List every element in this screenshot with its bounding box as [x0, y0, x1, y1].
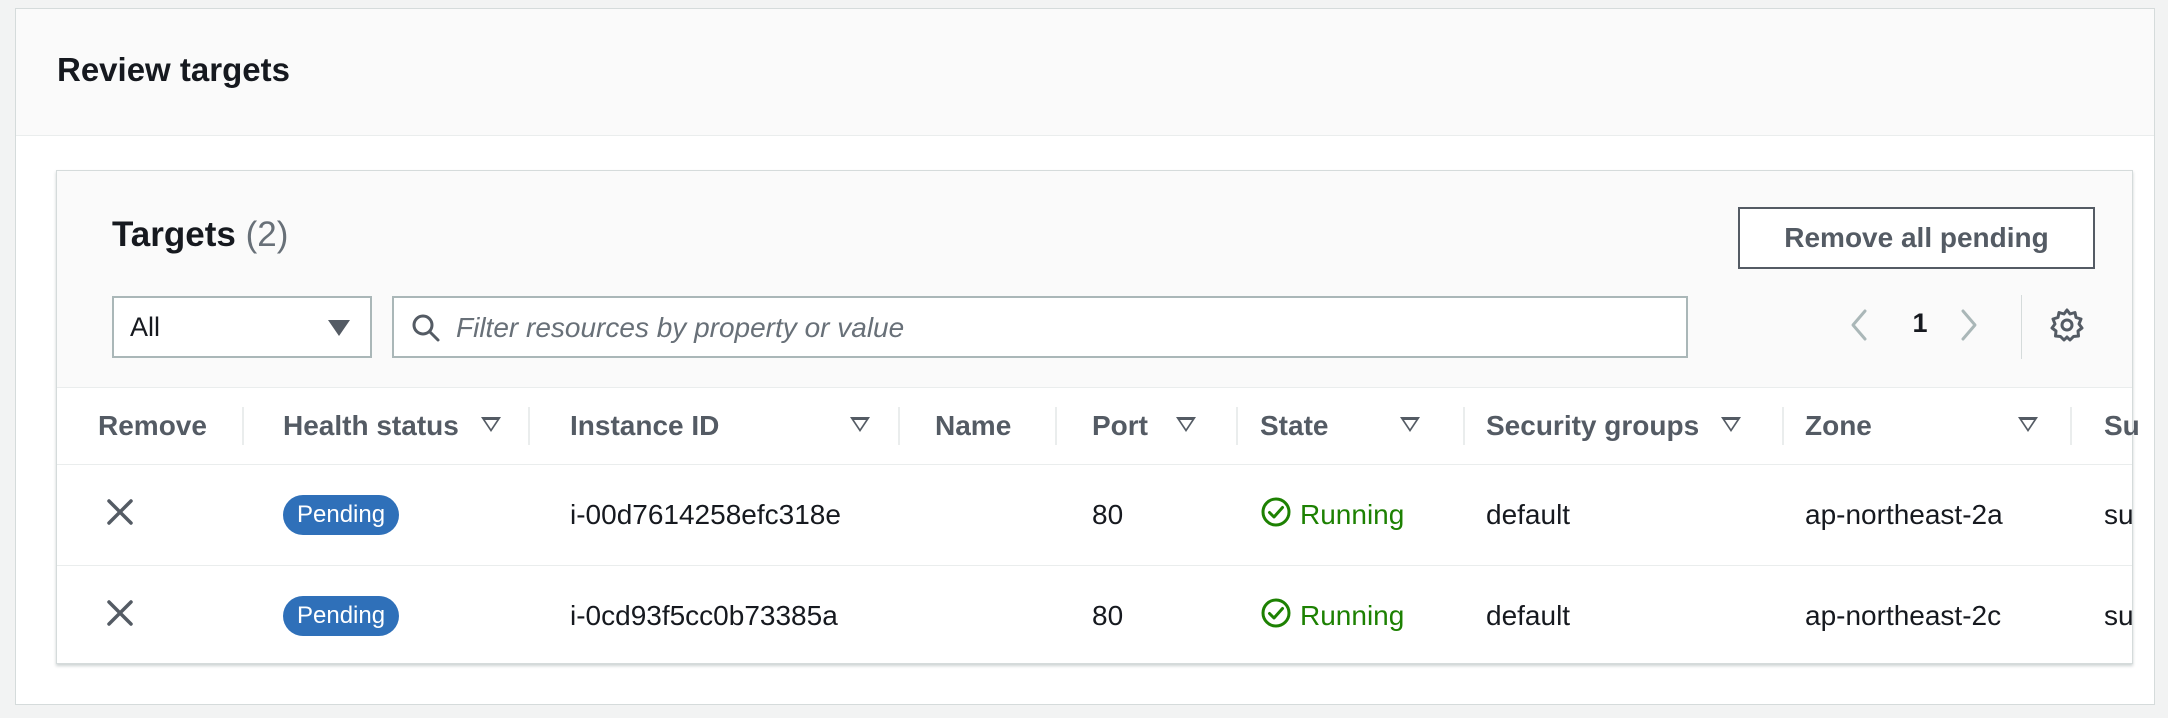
column-separator[interactable] — [898, 407, 900, 445]
state-cell: Running — [1260, 566, 1404, 666]
check-circle-icon — [1260, 597, 1292, 636]
table-row: Pending i-0cd93f5cc0b73385a 80 Running d… — [57, 566, 2134, 666]
column-header-remove-label: Remove — [98, 409, 207, 441]
review-targets-panel: Review targets Targets (2) Remove all pe… — [15, 8, 2155, 705]
chevron-right-icon[interactable] — [1957, 305, 1981, 350]
state-indicator: Running — [1260, 496, 1404, 535]
sort-caret-icon[interactable] — [481, 417, 501, 432]
subnet-cell: su — [2104, 499, 2134, 530]
caret-down-icon — [328, 320, 350, 336]
column-header-subnet-label: Su — [2104, 409, 2140, 441]
remove-all-pending-button[interactable]: Remove all pending — [1738, 207, 2095, 269]
column-separator[interactable] — [1236, 407, 1238, 445]
targets-table-container: Targets (2) Remove all pending All Filte… — [56, 170, 2140, 666]
zone-cell: ap-northeast-2c — [1805, 600, 2002, 631]
column-header-name: Name — [935, 387, 1011, 464]
health-status-cell: Pending — [283, 465, 400, 565]
search-box[interactable] — [392, 296, 1688, 358]
remove-target-button[interactable] — [104, 566, 136, 666]
toolbar-divider — [2021, 295, 2022, 359]
column-header-security-groups[interactable]: Security groups — [1486, 387, 1766, 464]
column-header-zone-label: Zone — [1805, 409, 1872, 441]
column-separator[interactable] — [1463, 407, 1465, 445]
port-cell: 80 — [1092, 600, 1124, 631]
search-input[interactable] — [454, 306, 1658, 350]
gear-icon[interactable] — [2049, 307, 2085, 348]
column-header-port-label: Port — [1092, 409, 1148, 441]
status-badge: Pending — [283, 596, 400, 636]
state-cell: Running — [1260, 465, 1404, 565]
column-header-port[interactable]: Port — [1092, 387, 1222, 464]
state-label: Running — [1300, 600, 1405, 631]
column-separator[interactable] — [1782, 407, 1784, 445]
column-separator[interactable] — [242, 407, 244, 445]
status-badge: Pending — [283, 495, 400, 535]
column-header-zone[interactable]: Zone — [1805, 387, 2065, 464]
health-status-cell: Pending — [283, 566, 400, 666]
column-header-security-groups-label: Security groups — [1486, 409, 1700, 441]
targets-count: (2) — [245, 215, 289, 254]
column-separator[interactable] — [528, 407, 530, 445]
targets-title-label: Targets — [112, 215, 236, 254]
security-groups-cell: default — [1486, 499, 1571, 530]
table-header: Remove Health status Instance ID Name Po… — [57, 387, 2140, 465]
check-circle-icon — [1260, 496, 1292, 535]
column-header-health-label: Health status — [283, 409, 459, 441]
instance-id-cell: i-0cd93f5cc0b73385a — [570, 600, 838, 631]
zone-cell: ap-northeast-2a — [1805, 499, 2003, 530]
column-header-instance-id[interactable]: Instance ID — [570, 387, 870, 464]
column-separator[interactable] — [2070, 407, 2072, 445]
pagination-current-page[interactable]: 1 — [1905, 308, 1935, 339]
panel-header: Review targets — [16, 9, 2154, 136]
state-label: Running — [1300, 499, 1405, 530]
security-groups-cell: default — [1486, 600, 1571, 631]
state-indicator: Running — [1260, 597, 1404, 636]
targets-title: Targets (2) — [112, 215, 288, 255]
instance-id-cell: i-00d7614258efc318e — [570, 499, 841, 530]
subnet-cell: su — [2104, 600, 2134, 631]
sort-caret-icon[interactable] — [1400, 417, 1420, 432]
column-header-state[interactable]: State — [1260, 387, 1460, 464]
column-header-instance-label: Instance ID — [570, 409, 720, 441]
sort-caret-icon[interactable] — [850, 417, 870, 432]
column-separator[interactable] — [1055, 407, 1057, 445]
sort-caret-icon[interactable] — [1176, 417, 1196, 432]
close-icon[interactable] — [104, 597, 136, 636]
close-icon[interactable] — [104, 496, 136, 535]
table-row: Pending i-00d7614258efc318e 80 Running d… — [57, 465, 2134, 566]
remove-target-button[interactable] — [104, 465, 136, 565]
search-icon — [410, 312, 442, 349]
filter-select[interactable]: All — [112, 296, 372, 358]
column-header-subnet[interactable]: Su — [2104, 387, 2140, 464]
port-cell: 80 — [1092, 499, 1124, 530]
column-header-health-status[interactable]: Health status — [283, 387, 543, 464]
filter-select-value: All — [130, 311, 161, 342]
panel-title: Review targets — [57, 51, 290, 88]
column-header-state-label: State — [1260, 409, 1329, 441]
column-header-name-label: Name — [935, 409, 1012, 441]
sort-caret-icon[interactable] — [1721, 417, 1741, 432]
targets-header: Targets (2) Remove all pending All Filte… — [57, 171, 2132, 388]
chevron-left-icon[interactable] — [1847, 305, 1871, 350]
sort-caret-icon[interactable] — [2018, 417, 2038, 432]
column-header-remove: Remove — [98, 387, 207, 464]
